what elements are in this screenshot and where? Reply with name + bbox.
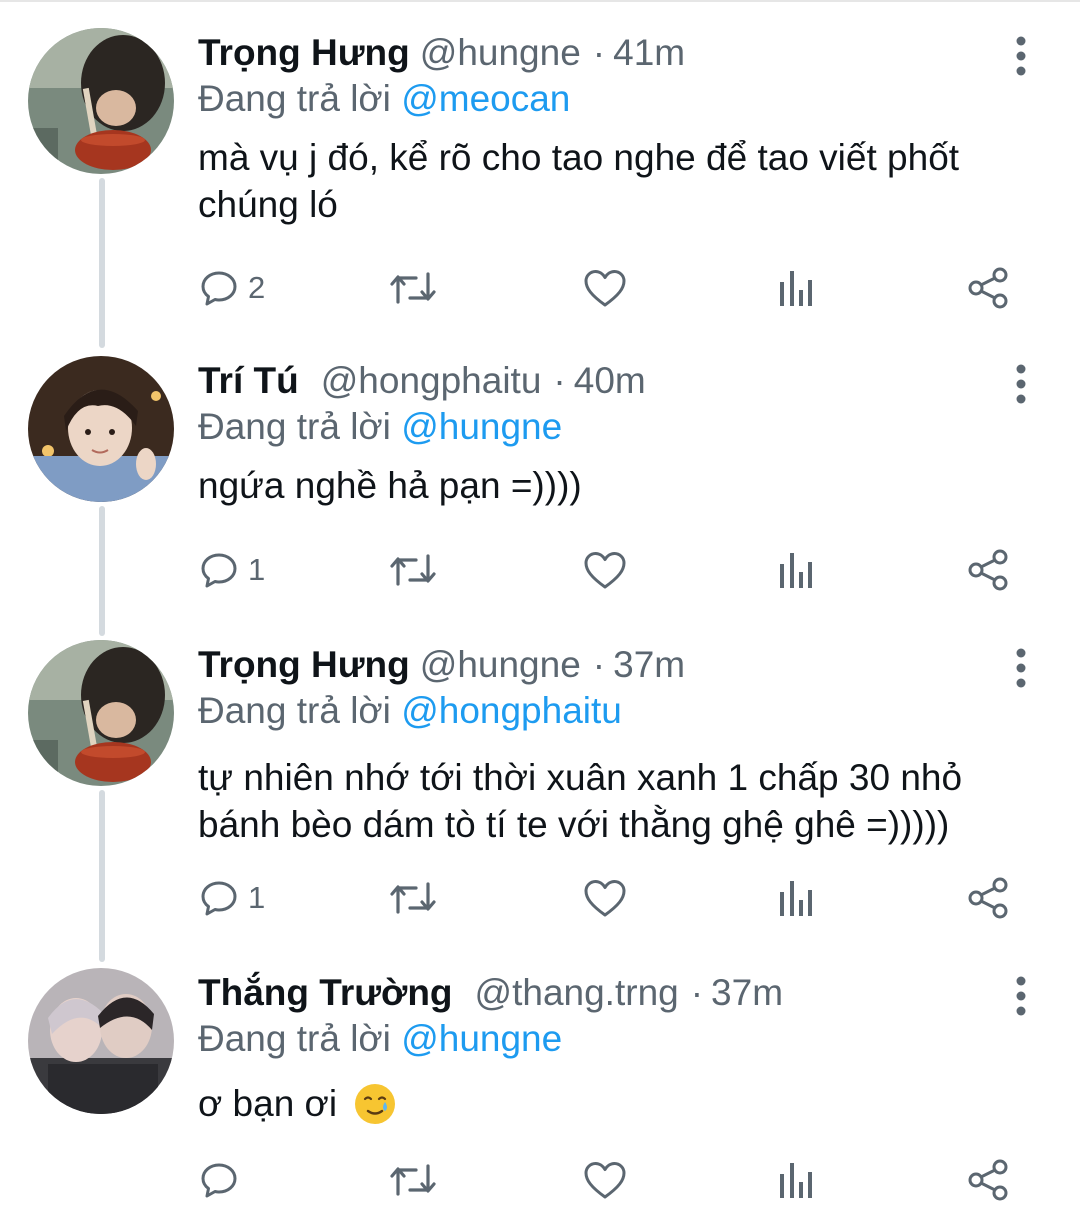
share-button[interactable] — [967, 868, 1011, 928]
avatar[interactable] — [28, 640, 174, 786]
reply-icon — [201, 553, 237, 588]
mention-link[interactable]: @hungne — [401, 1018, 562, 1059]
mention-link[interactable]: @hongphaitu — [401, 690, 622, 731]
more-vertical-icon[interactable] — [1006, 974, 1036, 1018]
analytics-icon — [780, 553, 812, 588]
replying-prefix: Đang trả lời — [198, 690, 391, 731]
tweet-header: Thắng Trường @thang.trng · 37m — [198, 968, 783, 1018]
retweet-icon — [390, 882, 436, 914]
analytics-button[interactable] — [778, 868, 814, 928]
user-handle[interactable]: @hungne — [420, 644, 581, 686]
like-button[interactable] — [583, 540, 627, 600]
action-bar — [0, 1150, 1080, 1210]
tweet-header: Trọng Hưng @hungne · 41m — [198, 28, 685, 78]
reply-button[interactable]: 2 — [200, 258, 265, 318]
display-name[interactable]: Trí Tú — [198, 360, 299, 402]
share-button[interactable] — [967, 258, 1011, 318]
timestamp[interactable]: 40m — [574, 360, 646, 402]
share-button[interactable] — [967, 540, 1011, 600]
analytics-button[interactable] — [778, 540, 814, 600]
separator-dot: · — [690, 972, 704, 1013]
smiling-face-with-tear-emoji — [353, 1082, 397, 1137]
replying-prefix: Đang trả lời — [198, 78, 391, 119]
tweet-text-content: ơ bạn ơi — [198, 1083, 338, 1124]
more-vertical-icon[interactable] — [1006, 362, 1036, 406]
analytics-button[interactable] — [778, 1150, 814, 1210]
retweet-icon — [390, 554, 436, 586]
replying-prefix: Đang trả lời — [198, 406, 391, 447]
replying-to: Đang trả lời @hungne — [198, 1018, 562, 1060]
like-button[interactable] — [583, 868, 627, 928]
analytics-icon — [780, 1163, 812, 1198]
reply-icon — [201, 1163, 237, 1198]
replying-to: Đang trả lời @meocan — [198, 78, 570, 120]
action-bar: 2 — [0, 258, 1080, 318]
mention-link[interactable]: @meocan — [401, 78, 570, 119]
more-vertical-icon[interactable] — [1006, 646, 1036, 690]
avatar[interactable] — [28, 356, 174, 502]
reply-button[interactable]: 1 — [200, 540, 265, 600]
tweet-text: mà vụ j đó, kể rõ cho tao nghe để tao vi… — [198, 137, 960, 225]
retweet-button[interactable] — [388, 540, 438, 600]
reply-count: 1 — [248, 880, 266, 915]
like-button[interactable] — [583, 258, 627, 318]
reply-button[interactable] — [200, 1150, 248, 1210]
tweet-header: Trọng Hưng @hungne · 37m — [198, 640, 685, 690]
tweet-text: ơ bạn ơi — [198, 1080, 1048, 1137]
tweet-text: tự nhiên nhớ tới thời xuân xanh 1 chấp 3… — [198, 757, 963, 845]
reply-count: 2 — [248, 270, 266, 305]
retweet-icon — [390, 272, 436, 304]
share-icon — [968, 877, 1008, 919]
like-button[interactable] — [583, 1150, 627, 1210]
timestamp[interactable]: 37m — [711, 972, 783, 1014]
tweet-header: Trí Tú @hongphaitu · 40m — [198, 356, 646, 406]
display-name[interactable]: Thắng Trường — [198, 972, 453, 1014]
tweet-text: ngứa nghề hả pạn =)))) — [198, 465, 582, 506]
avatar[interactable] — [28, 28, 174, 174]
retweet-button[interactable] — [388, 1150, 438, 1210]
user-handle[interactable]: @hungne — [420, 32, 581, 74]
share-button[interactable] — [967, 1150, 1011, 1210]
separator-dot: · — [553, 360, 566, 401]
replying-prefix: Đang trả lời — [198, 1018, 391, 1059]
heart-icon — [584, 270, 626, 307]
separator-dot: · — [592, 644, 606, 685]
analytics-icon — [780, 881, 812, 916]
heart-icon — [584, 880, 626, 917]
separator-dot: · — [592, 32, 606, 73]
retweet-button[interactable] — [388, 868, 438, 928]
more-vertical-icon[interactable] — [1006, 34, 1036, 78]
action-bar: 1 — [0, 540, 1080, 600]
user-handle[interactable]: @hongphaitu — [321, 360, 542, 402]
reply-button[interactable]: 1 — [200, 868, 265, 928]
user-handle[interactable]: @thang.trng — [475, 972, 679, 1014]
heart-icon — [584, 552, 626, 589]
heart-icon — [584, 1162, 626, 1199]
top-divider — [0, 0, 1080, 2]
display-name[interactable]: Trọng Hưng — [198, 644, 410, 686]
analytics-button[interactable] — [778, 258, 814, 318]
share-icon — [968, 549, 1008, 591]
timestamp[interactable]: 37m — [613, 644, 685, 686]
reply-icon — [201, 881, 237, 916]
replying-to: Đang trả lời @hongphaitu — [198, 690, 622, 732]
analytics-icon — [780, 271, 812, 306]
action-bar: 1 — [0, 868, 1080, 928]
avatar[interactable] — [28, 968, 174, 1114]
share-icon — [968, 267, 1008, 309]
mention-link[interactable]: @hungne — [401, 406, 562, 447]
timestamp[interactable]: 41m — [613, 32, 685, 74]
display-name[interactable]: Trọng Hưng — [198, 32, 410, 74]
share-icon — [968, 1159, 1008, 1201]
reply-icon — [201, 271, 237, 306]
reply-count: 1 — [248, 552, 266, 587]
retweet-icon — [390, 1164, 436, 1196]
replying-to: Đang trả lời @hungne — [198, 406, 562, 448]
retweet-button[interactable] — [388, 258, 438, 318]
